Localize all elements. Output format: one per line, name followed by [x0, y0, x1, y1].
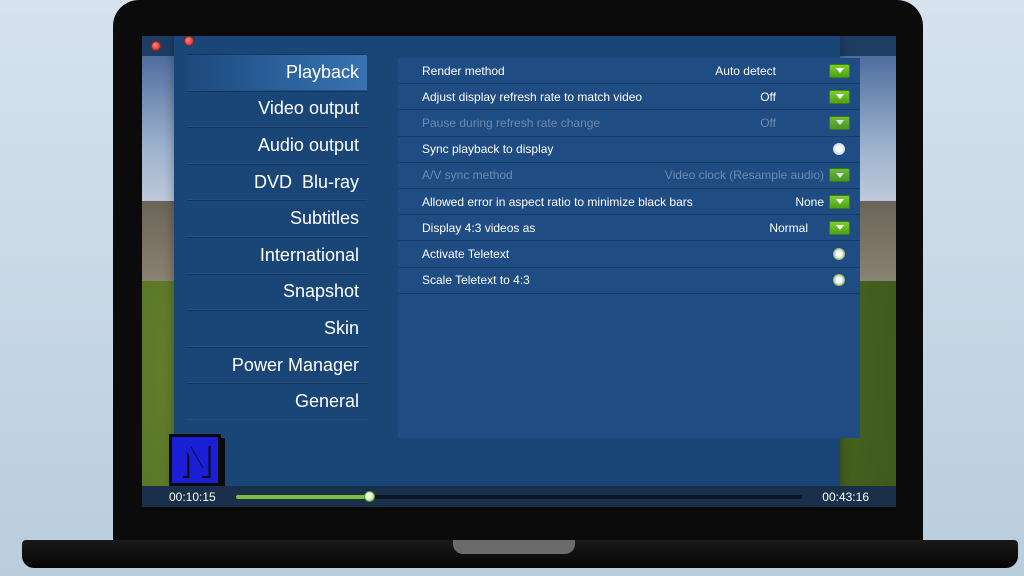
seek-bar-handle[interactable]: [364, 491, 376, 502]
menu-item-video-output[interactable]: Video output: [187, 90, 367, 128]
setting-row-av-sync-method: A/V sync method Video clock (Resample au…: [398, 163, 860, 189]
preferences-dialog: Playback Video output Audio output DVD B…: [174, 36, 860, 487]
setting-label: Scale Teletext to 4:3: [422, 273, 530, 288]
playback-controls: 00:10:15 00:43:16: [142, 486, 896, 507]
setting-value: Video clock (Resample audio): [664, 168, 824, 183]
menu-item-label: Power Manager: [231, 354, 359, 375]
menu-item-label: International: [259, 244, 359, 265]
setting-row-render-method: Render method Auto detect: [398, 58, 860, 85]
menu-item-power-manager[interactable]: Power Manager: [187, 346, 367, 384]
menu-item-label: Audio output: [257, 134, 359, 155]
menu-item-label: General: [294, 391, 359, 412]
chevron-down-icon[interactable]: [829, 194, 850, 209]
total-duration: 00:43:16: [822, 490, 869, 504]
menu-item-playback[interactable]: Playback: [187, 54, 367, 91]
chevron-down-icon: [829, 115, 850, 130]
menu-item-label: Video output: [258, 98, 359, 119]
menu-item-label: Playback: [285, 61, 359, 82]
setting-row-scale-teletext: Scale Teletext to 4:3: [398, 268, 860, 294]
setting-label: Adjust display refresh rate to match vid…: [422, 89, 643, 104]
dialog-close-icon[interactable]: [184, 36, 194, 46]
settings-panel: Render method Auto detect Adjust display…: [398, 58, 860, 438]
elapsed-time: 00:10:15: [169, 490, 216, 504]
setting-row-adjust-refresh-rate: Adjust display refresh rate to match vid…: [398, 84, 860, 111]
menu-item-general[interactable]: General: [187, 383, 367, 420]
setting-row-sync-playback: Sync playback to display: [398, 137, 860, 163]
chevron-down-icon[interactable]: [829, 63, 850, 78]
logo-letter: N: [178, 434, 212, 486]
menu-item-label: DVD Blu-ray: [253, 171, 359, 192]
setting-value: Off: [760, 115, 776, 130]
setting-row-activate-teletext: Activate Teletext: [398, 241, 860, 268]
chevron-down-icon: [829, 168, 850, 183]
setting-label: Render method: [422, 63, 505, 78]
menu-item-audio-output[interactable]: Audio output: [187, 127, 367, 164]
menu-item-snapshot[interactable]: Snapshot: [187, 273, 367, 311]
setting-value[interactable]: Auto detect: [715, 64, 776, 78]
setting-row-display-43: Display 4:3 videos as Normal: [398, 215, 860, 242]
setting-label: Activate Teletext: [422, 246, 510, 261]
setting-value[interactable]: None: [795, 195, 824, 209]
menu-item-dvd-bluray[interactable]: DVD Blu-ray: [187, 163, 367, 201]
menu-item-label: Skin: [323, 317, 359, 338]
setting-label: A/V sync method: [422, 168, 513, 183]
channel-logo: N: [169, 434, 221, 486]
laptop-notch: [453, 540, 575, 554]
screen: Playback Video output Audio output DVD B…: [142, 36, 896, 507]
chevron-down-icon[interactable]: [829, 220, 850, 235]
setting-label: Pause during refresh rate change: [422, 115, 601, 130]
setting-row-pause-refresh-change: Pause during refresh rate change Off: [398, 110, 860, 137]
activate-teletext-radio[interactable]: [833, 247, 845, 260]
scale-teletext-radio[interactable]: [833, 274, 845, 287]
setting-row-aspect-ratio-error: Allowed error in aspect ratio to minimiz…: [398, 189, 860, 216]
setting-label: Sync playback to display: [422, 142, 554, 157]
menu-item-international[interactable]: International: [187, 236, 367, 274]
menu-item-label: Snapshot: [282, 281, 359, 302]
player-close-icon[interactable]: [151, 41, 161, 51]
setting-label: Display 4:3 videos as: [422, 220, 536, 235]
setting-label: Allowed error in aspect ratio to minimiz…: [422, 194, 693, 209]
menu-item-label: Subtitles: [289, 208, 359, 229]
preferences-menu: Playback Video output Audio output DVD B…: [187, 54, 367, 420]
menu-item-subtitles[interactable]: Subtitles: [187, 200, 367, 237]
sync-playback-radio[interactable]: [833, 143, 845, 156]
setting-value[interactable]: Normal: [769, 221, 808, 235]
seek-bar[interactable]: [236, 491, 802, 502]
seek-bar-fill: [236, 495, 371, 499]
chevron-down-icon[interactable]: [829, 89, 850, 104]
menu-item-skin[interactable]: Skin: [187, 310, 367, 347]
setting-value[interactable]: Off: [760, 90, 776, 104]
